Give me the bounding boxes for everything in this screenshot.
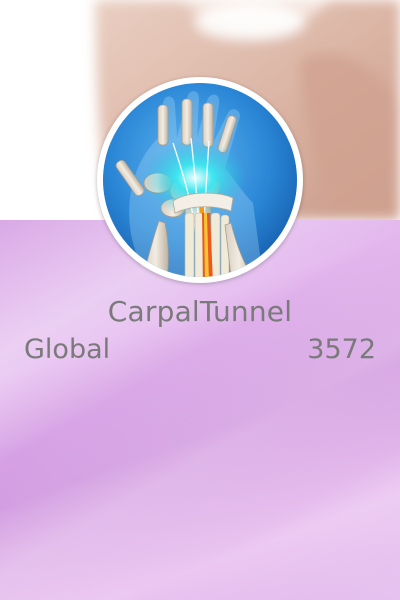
leaderboard-region: Global bbox=[24, 334, 111, 365]
username: CarpalTunnel bbox=[107, 295, 293, 328]
score-value: 3572 bbox=[307, 334, 376, 365]
wrist-bones-avatar-icon bbox=[103, 83, 297, 277]
profile-card: CarpalTunnel Global 3572 bbox=[0, 0, 400, 600]
avatar[interactable] bbox=[97, 77, 303, 283]
